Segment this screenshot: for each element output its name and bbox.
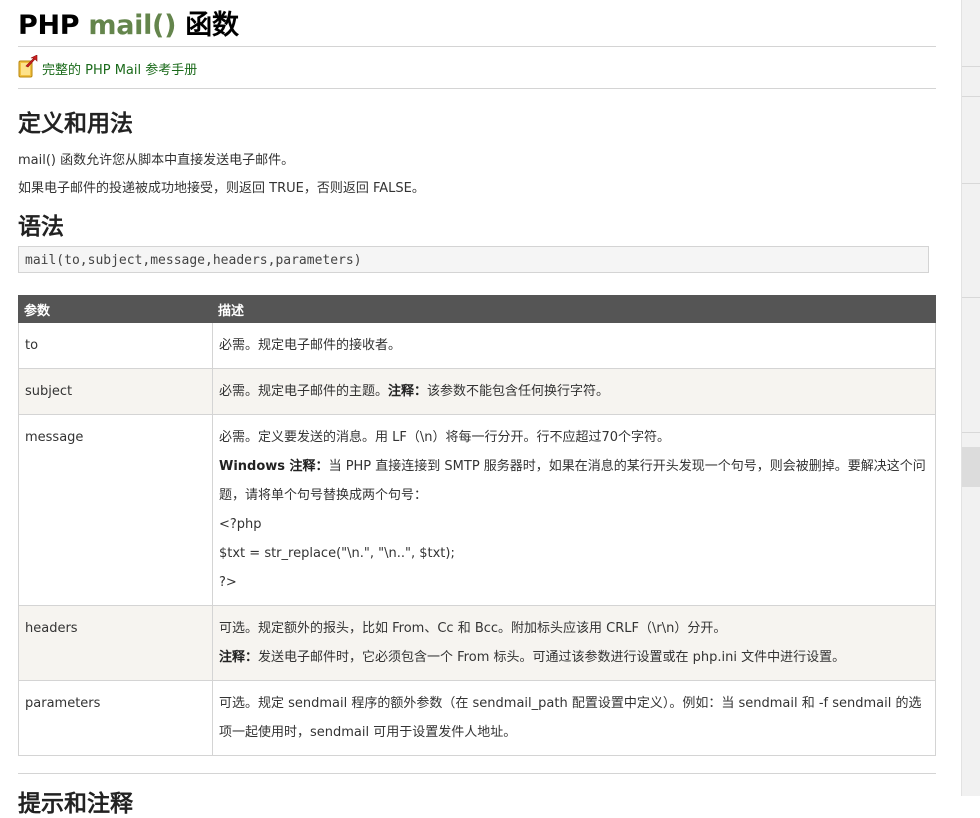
tips-heading: 提示和注释 (18, 791, 133, 817)
desc-line: 注释：发送电子邮件时，它必须包含一个 From 标头。可通过该参数进行设置或在 … (219, 643, 929, 672)
param-name: message (18, 414, 213, 606)
desc-line: 必需。规定电子邮件的主题。注释：该参数不能包含任何换行字符。 (219, 377, 929, 406)
desc-line: 可选。规定 sendmail 程序的额外参数（在 sendmail_path 配… (219, 696, 922, 740)
divider (962, 297, 980, 298)
code-line: ?> (219, 575, 237, 590)
desc-line: Windows 注释：当 PHP 直接连接到 SMTP 服务器时，如果在消息的某… (219, 452, 929, 510)
divider (962, 183, 980, 184)
note-label: Windows 注释： (219, 459, 329, 474)
syntax-heading: 语法 (18, 214, 64, 240)
divider (962, 96, 980, 97)
param-name: headers (18, 605, 213, 681)
param-desc: 可选。规定额外的报头，比如 From、Cc 和 Bcc。附加标头应该用 CRLF… (212, 605, 936, 681)
desc-line: 必需。定义要发送的消息。用 LF（\n）将每一行分开。行不应超过70个字符。 (219, 430, 671, 445)
note-label: 注释： (219, 650, 259, 665)
divider (18, 773, 936, 774)
param-name: to (18, 322, 213, 369)
column-header-desc: 描述 (212, 295, 936, 323)
divider (18, 88, 936, 89)
definition-line-1: mail() 函数允许您从脚本中直接发送电子邮件。 (18, 153, 295, 168)
note-label: 注释： (388, 384, 428, 399)
definition-line-2: 如果电子邮件的投递被成功地接受，则返回 TRUE，否则返回 FALSE。 (18, 181, 425, 196)
title-function: mail() (88, 10, 177, 41)
params-table: 参数 描述 to 必需。规定电子邮件的接收者。 subject 必需。规定电子邮… (18, 295, 936, 756)
divider (962, 432, 980, 433)
param-desc: 可选。规定 sendmail 程序的额外参数（在 sendmail_path 配… (212, 680, 936, 756)
divider (962, 66, 980, 67)
code-line: <?php (219, 517, 262, 532)
title-suffix: 函数 (185, 10, 239, 41)
page-title: PHP mail() 函数 (18, 3, 239, 42)
param-desc: 必需。规定电子邮件的接收者。 (212, 322, 936, 369)
table-row: message 必需。定义要发送的消息。用 LF（\n）将每一行分开。行不应超过… (18, 414, 936, 606)
divider (18, 46, 936, 47)
param-name: subject (18, 368, 213, 415)
table-row: parameters 可选。规定 sendmail 程序的额外参数（在 send… (18, 680, 936, 756)
reference-link[interactable]: 完整的 PHP Mail 参考手册 (18, 54, 198, 79)
param-desc: 必需。定义要发送的消息。用 LF（\n）将每一行分开。行不应超过70个字符。 W… (212, 414, 936, 606)
reference-link-label: 完整的 PHP Mail 参考手册 (42, 63, 198, 78)
side-panel-edge (961, 0, 980, 796)
table-header-row: 参数 描述 (18, 295, 936, 323)
desc-line: 可选。规定额外的报头，比如 From、Cc 和 Bcc。附加标头应该用 CRLF… (219, 621, 727, 636)
desc-text: 发送电子邮件时，它必须包含一个 From 标头。可通过该参数进行设置或在 php… (258, 650, 846, 665)
book-arrow-icon (18, 54, 40, 79)
code-line: $txt = str_replace("\n.", "\n..", $txt); (219, 546, 455, 561)
desc-line: 必需。规定电子邮件的接收者。 (219, 338, 402, 353)
syntax-code: mail(to,subject,message,headers,paramete… (18, 246, 929, 273)
table-row: to 必需。规定电子邮件的接收者。 (18, 322, 936, 369)
definition-heading: 定义和用法 (18, 111, 133, 137)
scrollbar-thumb[interactable] (962, 447, 980, 487)
column-header-param: 参数 (18, 295, 213, 323)
param-desc: 必需。规定电子邮件的主题。注释：该参数不能包含任何换行字符。 (212, 368, 936, 415)
desc-text: 必需。规定电子邮件的主题。 (219, 384, 389, 399)
table-row: headers 可选。规定额外的报头，比如 From、Cc 和 Bcc。附加标头… (18, 605, 936, 681)
title-prefix: PHP (18, 10, 80, 41)
param-name: parameters (18, 680, 213, 756)
page: PHP mail() 函数 完整的 PHP Mail 参考手册 定义和用法 ma… (0, 0, 980, 817)
desc-text: 该参数不能包含任何换行字符。 (427, 384, 610, 399)
table-row: subject 必需。规定电子邮件的主题。注释：该参数不能包含任何换行字符。 (18, 368, 936, 415)
